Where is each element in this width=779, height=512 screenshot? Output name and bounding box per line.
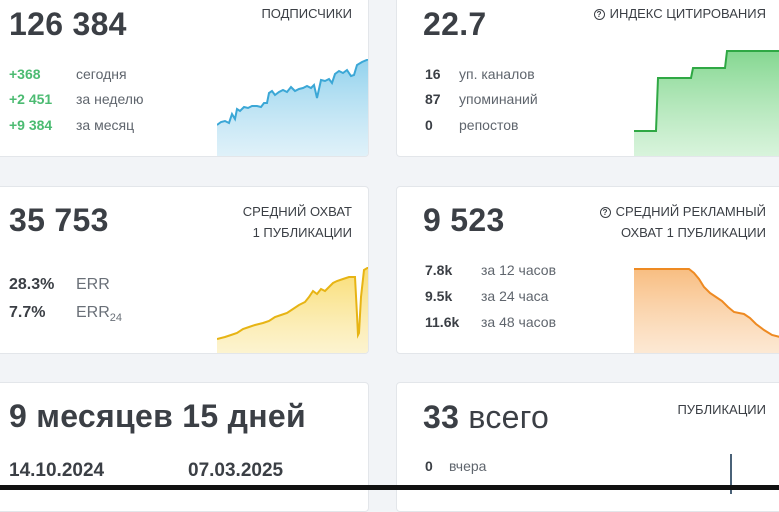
average-ad-reach-card[interactable]: 9 523 ? СРЕДНИЙ РЕКЛАМНЫЙ ОХВАТ 1 ПУБЛИКА… — [396, 186, 779, 354]
bottom-edge — [0, 485, 779, 490]
stat-label: за 12 часов — [481, 262, 557, 278]
stat-value: 16 — [425, 66, 441, 82]
average-reach-sparkline — [217, 267, 368, 353]
err24-label-text: ERR — [76, 304, 110, 321]
date-from: 14.10.2024 — [9, 460, 105, 481]
stat-label: упоминаний — [459, 91, 538, 107]
stat-label: сегодня — [76, 66, 127, 82]
date-to: 07.03.2025 — [188, 460, 284, 481]
publications-count: 33 — [423, 399, 460, 435]
stat-value: 11.6k — [425, 314, 460, 330]
citation-index-card[interactable]: 22.7 ? ИНДЕКС ЦИТИРОВАНИЯ 16 уп. каналов … — [396, 0, 779, 157]
title-line: 1 ПУБЛИКАЦИИ — [252, 225, 352, 240]
title-line: ? СРЕДНИЙ РЕКЛАМНЫЙ — [599, 201, 766, 222]
publications-card[interactable]: 33 всего ПУБЛИКАЦИИ 0 вчера — [396, 382, 779, 512]
stat-value: +2 451 — [9, 91, 53, 107]
average-reach-card[interactable]: 35 753 СРЕДНИЙ ОХВАТ 1 ПУБЛИКАЦИИ 28.3% … — [0, 186, 369, 354]
stat-label: уп. каналов — [459, 66, 535, 82]
average-reach-title: СРЕДНИЙ ОХВАТ 1 ПУБЛИКАЦИИ — [243, 201, 352, 243]
subscribers-sparkline — [217, 59, 368, 156]
stat-label: за неделю — [76, 91, 144, 107]
info-icon[interactable]: ? — [599, 207, 611, 218]
err24-value: 7.7% — [9, 304, 46, 321]
stat-value: 87 — [425, 91, 441, 107]
subscribers-title: ПОДПИСЧИКИ — [261, 6, 352, 21]
stat-value: 0 — [425, 117, 433, 133]
err-label: ERR — [76, 276, 110, 293]
title-line-text: СРЕДНИЙ РЕКЛАМНЫЙ — [615, 204, 766, 219]
citation-index-title: ? ИНДЕКС ЦИТИРОВАНИЯ — [593, 3, 766, 24]
err24-label: ERR24 — [76, 302, 122, 329]
stat-label: вчера — [449, 458, 487, 474]
publications-title: ПУБЛИКАЦИИ — [677, 402, 766, 417]
stat-label: за месяц — [76, 117, 135, 133]
publications-total: 33 всего — [423, 399, 549, 436]
channel-age-value: 9 месяцев 15 дней — [9, 398, 306, 434]
citation-sparkline — [634, 50, 779, 156]
average-reach-value: 35 753 — [9, 202, 109, 238]
subscribers-count: 126 384 — [9, 6, 127, 42]
info-icon[interactable]: ? — [593, 9, 605, 20]
stat-value: 7.8k — [425, 262, 453, 278]
channel-age-card[interactable]: 9 месяцев 15 дней 14.10.2024 07.03.2025 — [0, 382, 369, 512]
title-line: СРЕДНИЙ ОХВАТ — [242, 204, 352, 219]
stat-label: за 24 часа — [481, 288, 549, 304]
title-line: ОХВАТ 1 ПУБЛИКАЦИИ — [620, 225, 766, 240]
err-value: 28.3% — [9, 276, 55, 293]
stat-value: +9 384 — [9, 117, 53, 133]
publications-total-suffix: всего — [468, 399, 550, 435]
citation-index-value: 22.7 — [423, 6, 487, 42]
stat-label: репостов — [459, 117, 519, 133]
stat-label: за 48 часов — [481, 314, 557, 330]
average-ad-reach-title: ? СРЕДНИЙ РЕКЛАМНЫЙ ОХВАТ 1 ПУБЛИКАЦИИ — [599, 201, 766, 243]
average-ad-reach-sparkline — [634, 268, 779, 353]
subscribers-card[interactable]: 126 384 ПОДПИСЧИКИ +368 сегодня +2 451 з… — [0, 0, 369, 157]
stat-value: 9.5k — [425, 288, 453, 304]
stat-value: 0 — [425, 458, 433, 474]
average-ad-reach-value: 9 523 — [423, 202, 505, 238]
stat-value: +368 — [9, 66, 41, 82]
err24-subscript: 24 — [109, 312, 123, 325]
citation-index-title-text: ИНДЕКС ЦИТИРОВАНИЯ — [609, 6, 766, 21]
